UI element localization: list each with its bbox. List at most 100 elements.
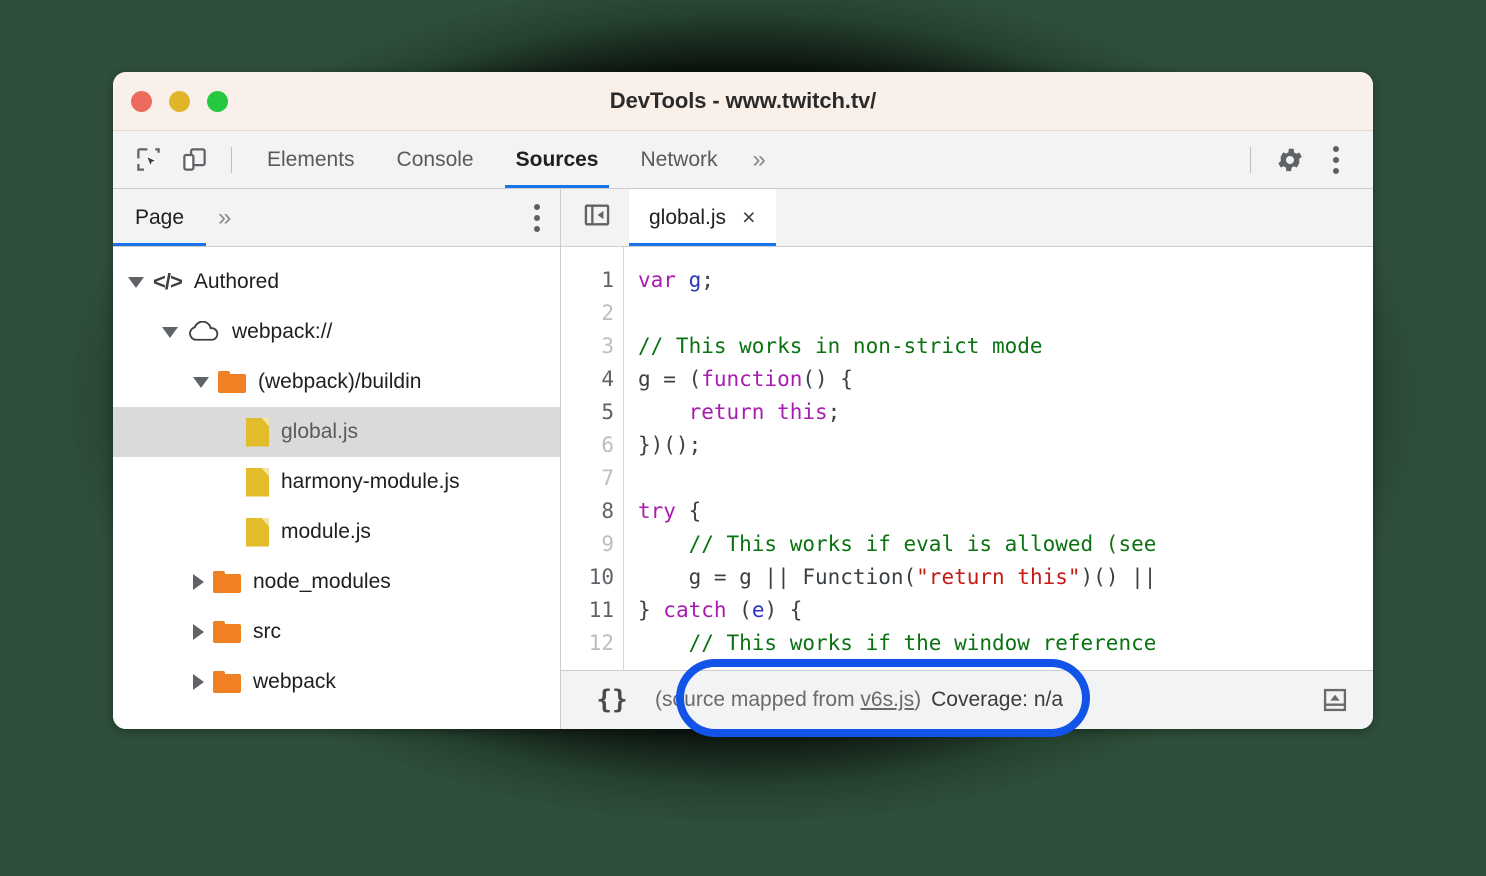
code-line: } catch (e) {: [638, 598, 803, 622]
toolbar-divider-right: [1250, 146, 1251, 173]
more-vertical-icon: [1333, 145, 1339, 174]
devtools-panel-tabs: Elements Console Sources Network »: [246, 131, 777, 188]
navigator-menu-button[interactable]: [534, 203, 540, 232]
line-number: 8: [601, 499, 614, 523]
tree-item-global-js[interactable]: global.js: [113, 407, 560, 457]
pretty-print-button[interactable]: {}: [579, 685, 645, 715]
tree-item-label: src: [253, 620, 281, 643]
devtools-body: Page » </> Authored webpack:// (webpack)…: [113, 189, 1373, 729]
tree-item-label: harmony-module.js: [281, 470, 460, 493]
code-line: g = (function() {: [638, 367, 853, 391]
js-file-icon: [246, 418, 269, 447]
tree-item-label: (webpack)/buildin: [258, 370, 422, 393]
tree-item-label: module.js: [281, 520, 371, 543]
window-titlebar: DevTools - www.twitch.tv/: [113, 72, 1373, 131]
folder-icon: [213, 571, 241, 593]
line-number: 6: [601, 433, 614, 457]
screenshot-stage: DevTools - www.twitch.tv/ Elements Conso…: [0, 0, 1486, 876]
tree-item-webpack-domain[interactable]: webpack://: [113, 307, 560, 357]
line-number: 5: [601, 400, 614, 424]
folder-icon: [213, 671, 241, 693]
file-tree: </> Authored webpack:// (webpack)/buildi…: [113, 247, 560, 729]
editor-tab-global-js[interactable]: global.js ×: [629, 189, 776, 246]
tree-item-src[interactable]: src: [113, 607, 560, 657]
line-number: 3: [601, 334, 614, 358]
tree-item-module-js[interactable]: module.js: [113, 507, 560, 557]
sources-navigator-pane: Page » </> Authored webpack:// (webpack)…: [113, 189, 561, 729]
code-line: return this;: [688, 400, 841, 424]
twisty-right-icon[interactable]: [193, 574, 204, 590]
more-options-menu-icon[interactable]: [1313, 137, 1359, 183]
twisty-down-icon[interactable]: [162, 326, 178, 338]
minimize-window-button[interactable]: [169, 90, 190, 112]
code-line: // This works if the window reference: [688, 631, 1157, 655]
show-drawer-icon[interactable]: [1321, 686, 1349, 714]
code-line: g = g || Function("return this")() ||: [638, 565, 1157, 589]
editor-status-bar: {} (source mapped from v6s.js) Coverage:…: [561, 670, 1373, 729]
editor-tabbar: global.js ×: [561, 189, 1373, 247]
tree-item-webpack[interactable]: webpack: [113, 657, 560, 707]
source-code-text[interactable]: var g; // This works in non-strict mode g…: [624, 247, 1373, 670]
toolbar-right-group: [1250, 131, 1373, 188]
tab-page[interactable]: Page: [113, 189, 207, 246]
more-panels-chevron-icon[interactable]: »: [739, 131, 777, 188]
folder-icon: [218, 371, 246, 393]
tab-network[interactable]: Network: [619, 131, 738, 188]
code-line: // This works if eval is allowed (see: [688, 532, 1157, 556]
tree-item-authored[interactable]: </> Authored: [113, 257, 560, 307]
twisty-right-icon[interactable]: [193, 674, 204, 690]
source-mapped-prefix: (source mapped from: [655, 688, 861, 711]
line-number: 1: [601, 268, 614, 292]
source-mapped-suffix: ): [914, 688, 922, 711]
source-map-link[interactable]: v6s.js: [860, 688, 914, 711]
close-icon[interactable]: ×: [742, 206, 755, 229]
twisty-right-icon[interactable]: [193, 624, 204, 640]
tree-item-label: webpack://: [232, 320, 333, 343]
device-toolbar-icon[interactable]: [171, 137, 217, 183]
code-line: var g;: [638, 268, 714, 292]
window-title: DevTools - www.twitch.tv/: [609, 88, 877, 113]
cloud-icon: [187, 321, 220, 343]
devtools-window: DevTools - www.twitch.tv/ Elements Conso…: [113, 72, 1373, 729]
gear-icon[interactable]: [1267, 137, 1313, 183]
source-editor-pane: global.js × 1 2 3 4 5 6 7 8 9 10 11 12 v…: [561, 189, 1373, 729]
tab-elements[interactable]: Elements: [246, 131, 376, 188]
tree-item-label: Authored: [193, 270, 280, 293]
collapse-sidebar-icon[interactable]: [583, 201, 611, 234]
devtools-main-toolbar: Elements Console Sources Network »: [113, 131, 1373, 189]
navigator-tabbar: Page »: [113, 189, 560, 247]
more-navigator-tabs-chevron-icon[interactable]: »: [206, 189, 240, 246]
line-number: 4: [601, 367, 614, 391]
tree-item-webpack-buildin[interactable]: (webpack)/buildin: [113, 357, 560, 407]
tree-item-node-modules[interactable]: node_modules: [113, 557, 560, 607]
code-icon: </>: [153, 269, 183, 294]
tab-console[interactable]: Console: [376, 131, 495, 188]
maximize-window-button[interactable]: [207, 90, 228, 112]
code-line: // This works in non-strict mode: [638, 334, 1043, 358]
code-line: try {: [638, 499, 702, 523]
tree-item-label: global.js: [281, 420, 359, 443]
window-controls: [131, 90, 228, 112]
coverage-status: Coverage: n/a: [931, 688, 1064, 711]
source-mapped-status: (source mapped from v6s.js): [655, 688, 921, 712]
close-window-button[interactable]: [131, 90, 152, 112]
twisty-down-icon[interactable]: [193, 376, 209, 388]
tab-sources[interactable]: Sources: [495, 131, 620, 188]
inspect-element-icon[interactable]: [125, 137, 171, 183]
line-number: 2: [601, 301, 614, 325]
tree-item-label: node_modules: [253, 570, 391, 593]
more-vertical-icon: [534, 203, 540, 232]
line-number-gutter: 1 2 3 4 5 6 7 8 9 10 11 12: [561, 247, 624, 670]
js-file-icon: [246, 468, 269, 497]
code-viewport: 1 2 3 4 5 6 7 8 9 10 11 12 var g; // Thi…: [561, 247, 1373, 670]
tree-item-harmony-module-js[interactable]: harmony-module.js: [113, 457, 560, 507]
twisty-down-icon[interactable]: [128, 276, 144, 288]
js-file-icon: [246, 518, 269, 547]
line-number: 11: [588, 598, 614, 622]
folder-icon: [213, 621, 241, 643]
line-number: 9: [601, 532, 614, 556]
line-number: 7: [601, 466, 614, 490]
code-line: })();: [638, 433, 702, 457]
